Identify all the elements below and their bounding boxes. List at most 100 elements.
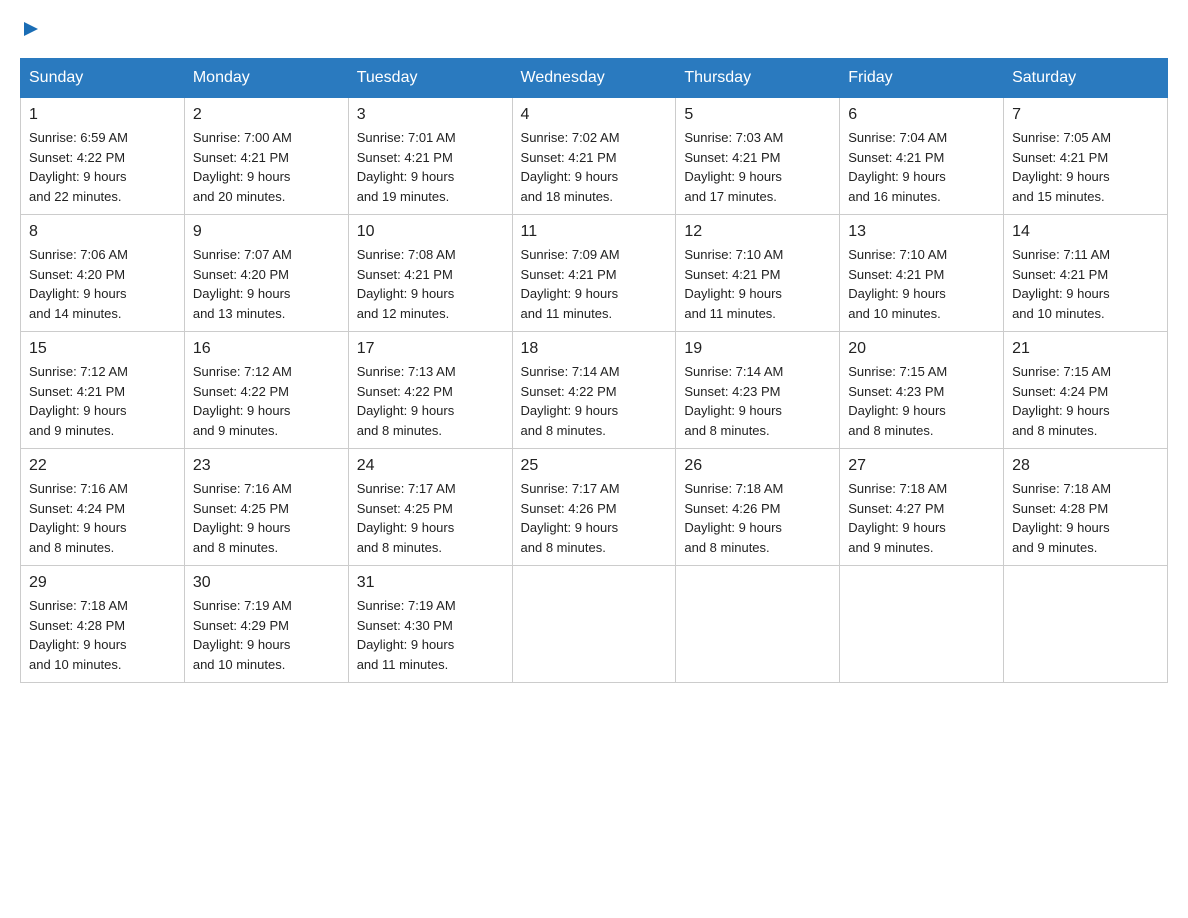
day-number: 20 (848, 340, 995, 358)
calendar-cell: 3 Sunrise: 7:01 AM Sunset: 4:21 PM Dayli… (348, 98, 512, 215)
day-info: Sunrise: 7:11 AM Sunset: 4:21 PM Dayligh… (1012, 245, 1159, 323)
calendar-cell (840, 566, 1004, 683)
day-info: Sunrise: 7:15 AM Sunset: 4:24 PM Dayligh… (1012, 362, 1159, 440)
day-number: 26 (684, 457, 831, 475)
day-info: Sunrise: 7:08 AM Sunset: 4:21 PM Dayligh… (357, 245, 504, 323)
calendar-header-row: SundayMondayTuesdayWednesdayThursdayFrid… (21, 59, 1168, 98)
day-info: Sunrise: 7:15 AM Sunset: 4:23 PM Dayligh… (848, 362, 995, 440)
calendar-cell: 7 Sunrise: 7:05 AM Sunset: 4:21 PM Dayli… (1004, 98, 1168, 215)
calendar-cell: 14 Sunrise: 7:11 AM Sunset: 4:21 PM Dayl… (1004, 215, 1168, 332)
calendar-cell: 11 Sunrise: 7:09 AM Sunset: 4:21 PM Dayl… (512, 215, 676, 332)
calendar-cell: 31 Sunrise: 7:19 AM Sunset: 4:30 PM Dayl… (348, 566, 512, 683)
calendar-cell: 9 Sunrise: 7:07 AM Sunset: 4:20 PM Dayli… (184, 215, 348, 332)
calendar-table: SundayMondayTuesdayWednesdayThursdayFrid… (20, 58, 1168, 683)
day-number: 31 (357, 574, 504, 592)
calendar-week-5: 29 Sunrise: 7:18 AM Sunset: 4:28 PM Dayl… (21, 566, 1168, 683)
day-info: Sunrise: 7:18 AM Sunset: 4:28 PM Dayligh… (29, 596, 176, 674)
calendar-cell: 26 Sunrise: 7:18 AM Sunset: 4:26 PM Dayl… (676, 449, 840, 566)
day-info: Sunrise: 7:19 AM Sunset: 4:29 PM Dayligh… (193, 596, 340, 674)
calendar-week-1: 1 Sunrise: 6:59 AM Sunset: 4:22 PM Dayli… (21, 98, 1168, 215)
header-wednesday: Wednesday (512, 59, 676, 98)
day-number: 9 (193, 223, 340, 241)
day-number: 16 (193, 340, 340, 358)
calendar-cell: 15 Sunrise: 7:12 AM Sunset: 4:21 PM Dayl… (21, 332, 185, 449)
header-friday: Friday (840, 59, 1004, 98)
day-info: Sunrise: 6:59 AM Sunset: 4:22 PM Dayligh… (29, 128, 176, 206)
day-number: 17 (357, 340, 504, 358)
calendar-cell (1004, 566, 1168, 683)
day-number: 2 (193, 106, 340, 124)
calendar-cell (512, 566, 676, 683)
calendar-cell: 6 Sunrise: 7:04 AM Sunset: 4:21 PM Dayli… (840, 98, 1004, 215)
day-number: 3 (357, 106, 504, 124)
day-number: 15 (29, 340, 176, 358)
day-info: Sunrise: 7:03 AM Sunset: 4:21 PM Dayligh… (684, 128, 831, 206)
day-number: 22 (29, 457, 176, 475)
day-info: Sunrise: 7:18 AM Sunset: 4:26 PM Dayligh… (684, 479, 831, 557)
day-number: 10 (357, 223, 504, 241)
day-info: Sunrise: 7:16 AM Sunset: 4:24 PM Dayligh… (29, 479, 176, 557)
day-info: Sunrise: 7:18 AM Sunset: 4:28 PM Dayligh… (1012, 479, 1159, 557)
day-info: Sunrise: 7:18 AM Sunset: 4:27 PM Dayligh… (848, 479, 995, 557)
calendar-cell: 27 Sunrise: 7:18 AM Sunset: 4:27 PM Dayl… (840, 449, 1004, 566)
header-saturday: Saturday (1004, 59, 1168, 98)
day-info: Sunrise: 7:04 AM Sunset: 4:21 PM Dayligh… (848, 128, 995, 206)
page-header (20, 20, 1168, 38)
calendar-cell: 2 Sunrise: 7:00 AM Sunset: 4:21 PM Dayli… (184, 98, 348, 215)
day-info: Sunrise: 7:10 AM Sunset: 4:21 PM Dayligh… (684, 245, 831, 323)
day-number: 14 (1012, 223, 1159, 241)
day-number: 5 (684, 106, 831, 124)
logo-arrow-icon (22, 20, 40, 38)
day-number: 23 (193, 457, 340, 475)
day-info: Sunrise: 7:10 AM Sunset: 4:21 PM Dayligh… (848, 245, 995, 323)
day-number: 27 (848, 457, 995, 475)
calendar-cell: 28 Sunrise: 7:18 AM Sunset: 4:28 PM Dayl… (1004, 449, 1168, 566)
day-info: Sunrise: 7:07 AM Sunset: 4:20 PM Dayligh… (193, 245, 340, 323)
day-info: Sunrise: 7:09 AM Sunset: 4:21 PM Dayligh… (521, 245, 668, 323)
day-info: Sunrise: 7:12 AM Sunset: 4:21 PM Dayligh… (29, 362, 176, 440)
calendar-cell: 22 Sunrise: 7:16 AM Sunset: 4:24 PM Dayl… (21, 449, 185, 566)
day-number: 29 (29, 574, 176, 592)
day-info: Sunrise: 7:19 AM Sunset: 4:30 PM Dayligh… (357, 596, 504, 674)
header-monday: Monday (184, 59, 348, 98)
calendar-cell: 13 Sunrise: 7:10 AM Sunset: 4:21 PM Dayl… (840, 215, 1004, 332)
day-number: 12 (684, 223, 831, 241)
calendar-cell: 18 Sunrise: 7:14 AM Sunset: 4:22 PM Dayl… (512, 332, 676, 449)
logo (20, 20, 40, 38)
day-info: Sunrise: 7:00 AM Sunset: 4:21 PM Dayligh… (193, 128, 340, 206)
day-number: 1 (29, 106, 176, 124)
day-number: 18 (521, 340, 668, 358)
header-thursday: Thursday (676, 59, 840, 98)
calendar-cell: 19 Sunrise: 7:14 AM Sunset: 4:23 PM Dayl… (676, 332, 840, 449)
day-info: Sunrise: 7:14 AM Sunset: 4:23 PM Dayligh… (684, 362, 831, 440)
header-tuesday: Tuesday (348, 59, 512, 98)
day-number: 4 (521, 106, 668, 124)
day-info: Sunrise: 7:17 AM Sunset: 4:26 PM Dayligh… (521, 479, 668, 557)
day-number: 6 (848, 106, 995, 124)
day-number: 24 (357, 457, 504, 475)
day-number: 21 (1012, 340, 1159, 358)
calendar-cell: 17 Sunrise: 7:13 AM Sunset: 4:22 PM Dayl… (348, 332, 512, 449)
day-info: Sunrise: 7:12 AM Sunset: 4:22 PM Dayligh… (193, 362, 340, 440)
calendar-cell: 29 Sunrise: 7:18 AM Sunset: 4:28 PM Dayl… (21, 566, 185, 683)
day-info: Sunrise: 7:06 AM Sunset: 4:20 PM Dayligh… (29, 245, 176, 323)
calendar-cell: 23 Sunrise: 7:16 AM Sunset: 4:25 PM Dayl… (184, 449, 348, 566)
day-number: 13 (848, 223, 995, 241)
day-info: Sunrise: 7:13 AM Sunset: 4:22 PM Dayligh… (357, 362, 504, 440)
calendar-cell: 20 Sunrise: 7:15 AM Sunset: 4:23 PM Dayl… (840, 332, 1004, 449)
calendar-cell: 10 Sunrise: 7:08 AM Sunset: 4:21 PM Dayl… (348, 215, 512, 332)
calendar-cell: 24 Sunrise: 7:17 AM Sunset: 4:25 PM Dayl… (348, 449, 512, 566)
calendar-cell: 16 Sunrise: 7:12 AM Sunset: 4:22 PM Dayl… (184, 332, 348, 449)
day-number: 19 (684, 340, 831, 358)
calendar-week-4: 22 Sunrise: 7:16 AM Sunset: 4:24 PM Dayl… (21, 449, 1168, 566)
day-number: 8 (29, 223, 176, 241)
day-number: 28 (1012, 457, 1159, 475)
day-info: Sunrise: 7:02 AM Sunset: 4:21 PM Dayligh… (521, 128, 668, 206)
day-number: 11 (521, 223, 668, 241)
calendar-week-3: 15 Sunrise: 7:12 AM Sunset: 4:21 PM Dayl… (21, 332, 1168, 449)
day-info: Sunrise: 7:17 AM Sunset: 4:25 PM Dayligh… (357, 479, 504, 557)
header-sunday: Sunday (21, 59, 185, 98)
day-number: 7 (1012, 106, 1159, 124)
calendar-cell: 8 Sunrise: 7:06 AM Sunset: 4:20 PM Dayli… (21, 215, 185, 332)
calendar-cell: 1 Sunrise: 6:59 AM Sunset: 4:22 PM Dayli… (21, 98, 185, 215)
